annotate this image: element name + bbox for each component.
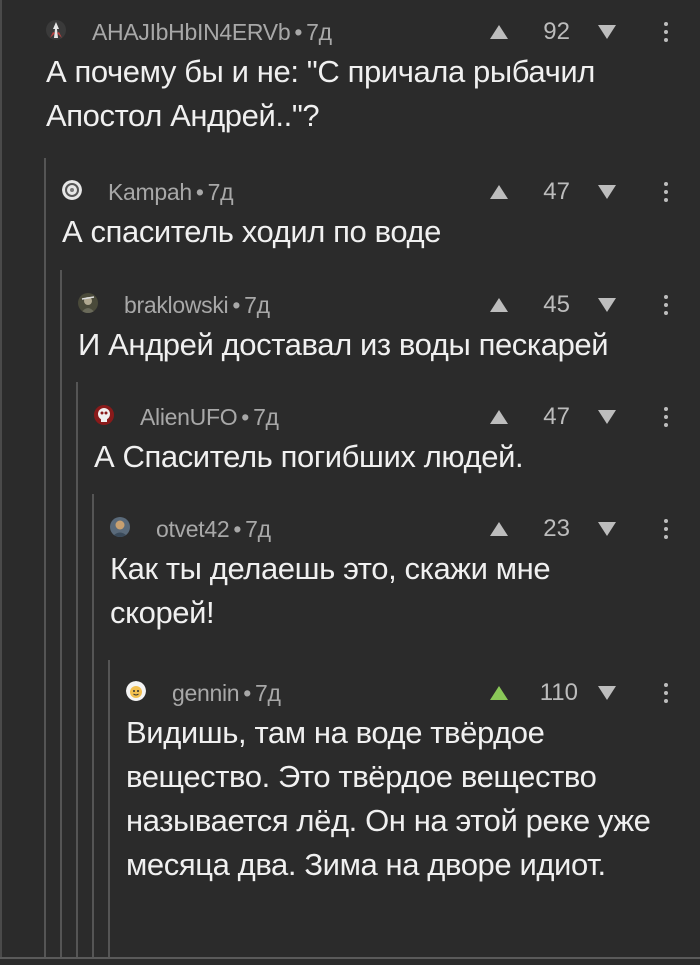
rating-count: 110 xyxy=(539,679,578,706)
comment-header: Kampah • 7д 47 xyxy=(62,176,700,206)
separator-dot: • xyxy=(294,19,303,45)
more-options-icon[interactable] xyxy=(664,182,668,204)
thread-line-level-1[interactable] xyxy=(44,158,46,965)
comment-text: А почему бы и не: "С причала рыбачил Апо… xyxy=(46,54,595,133)
author-line: AHAJIbHbIN4ERVb • 7д xyxy=(92,19,332,46)
bottom-divider xyxy=(0,957,700,965)
upvote-icon[interactable] xyxy=(490,298,508,312)
downvote-icon[interactable] xyxy=(598,185,616,199)
rating-count: 23 xyxy=(543,515,570,542)
separator-dot: • xyxy=(241,404,250,430)
comment-age: 7д xyxy=(245,516,271,542)
author-name[interactable]: AHAJIbHbIN4ERVb xyxy=(92,19,291,45)
rating-count: 92 xyxy=(543,18,570,45)
comment-age: 7д xyxy=(253,404,279,430)
thread-line-root xyxy=(0,0,2,965)
rating-count: 47 xyxy=(543,403,570,430)
author-name[interactable]: AlienUFO xyxy=(140,404,238,430)
comment-header: AlienUFO • 7д 47 xyxy=(94,401,700,431)
downvote-icon[interactable] xyxy=(598,298,616,312)
author-name[interactable]: Kampah xyxy=(108,179,192,205)
comment-header: otvet42 • 7д 23 xyxy=(110,513,700,543)
rating-count: 47 xyxy=(543,178,570,205)
comment-age: 7д xyxy=(306,19,332,45)
downvote-icon[interactable] xyxy=(598,686,616,700)
comment-text: А Спаситель погибших людей. xyxy=(94,439,524,474)
figure-icon[interactable] xyxy=(46,20,66,40)
thread-line-level-5[interactable] xyxy=(108,660,110,965)
comment-age: 7д xyxy=(255,680,281,706)
author-line: otvet42 • 7д xyxy=(156,516,271,543)
upvote-icon[interactable] xyxy=(490,686,508,700)
author-line: gennin • 7д xyxy=(172,680,281,707)
upvote-icon[interactable] xyxy=(490,410,508,424)
comment-text: А спаситель ходил по воде xyxy=(62,214,442,249)
comment-text: И Андрей доставал из воды пескарей xyxy=(78,327,609,362)
more-options-icon[interactable] xyxy=(664,407,668,429)
comment: gennin • 7д 110 Видишь, там на воде твёрдо… xyxy=(126,677,700,887)
comment: otvet42 • 7д 23 Как ты делаешь это, скажи … xyxy=(110,513,700,635)
upvote-icon[interactable] xyxy=(490,185,508,199)
comment-age: 7д xyxy=(207,179,234,205)
portrait-icon[interactable] xyxy=(110,517,130,537)
author-name[interactable]: braklowski xyxy=(124,292,229,318)
more-options-icon[interactable] xyxy=(664,519,668,541)
separator-dot: • xyxy=(233,516,242,542)
comment-header: gennin • 7д 110 xyxy=(126,677,700,707)
comment: Kampah • 7д 47 А спаситель ходил по воде xyxy=(62,176,700,254)
separator-dot: • xyxy=(243,680,252,706)
face-icon[interactable] xyxy=(126,681,146,701)
upvote-icon[interactable] xyxy=(490,25,508,39)
comment: AHAJIbHbIN4ERVb • 7д 92 А почему бы и не: … xyxy=(46,16,700,138)
separator-dot: • xyxy=(232,292,241,318)
thread-line-level-2[interactable] xyxy=(60,270,62,965)
author-line: braklowski • 7д xyxy=(124,292,270,319)
more-options-icon[interactable] xyxy=(664,683,668,705)
author-name[interactable]: gennin xyxy=(172,680,240,706)
author-name[interactable]: otvet42 xyxy=(156,516,230,542)
downvote-icon[interactable] xyxy=(598,522,616,536)
downvote-icon[interactable] xyxy=(598,410,616,424)
comment-header: AHAJIbHbIN4ERVb • 7д 92 xyxy=(46,16,700,46)
comment: braklowski • 7д 45 И Андрей доставал из во… xyxy=(78,289,700,367)
upvote-icon[interactable] xyxy=(490,522,508,536)
soldier-icon[interactable] xyxy=(78,293,98,313)
globe-icon[interactable] xyxy=(62,180,82,200)
more-options-icon[interactable] xyxy=(664,22,668,44)
skull-icon[interactable] xyxy=(94,405,114,425)
comment-age: 7д xyxy=(244,292,270,318)
more-options-icon[interactable] xyxy=(664,295,668,317)
author-line: AlienUFO • 7д xyxy=(140,404,279,431)
author-line: Kampah • 7д xyxy=(108,179,234,206)
thread-line-level-3[interactable] xyxy=(76,382,78,965)
thread-line-level-4[interactable] xyxy=(92,494,94,965)
rating-count: 45 xyxy=(543,291,570,318)
comment-header: braklowski • 7д 45 xyxy=(78,289,700,319)
comment-text: Как ты делаешь это, скажи мне скорей! xyxy=(110,551,551,630)
downvote-icon[interactable] xyxy=(598,25,616,39)
comment: AlienUFO • 7д 47 А Спаситель погибших люде… xyxy=(94,401,700,479)
comment-text: Видишь, там на воде твёрдое вещество. Эт… xyxy=(126,715,651,882)
separator-dot: • xyxy=(195,179,204,205)
